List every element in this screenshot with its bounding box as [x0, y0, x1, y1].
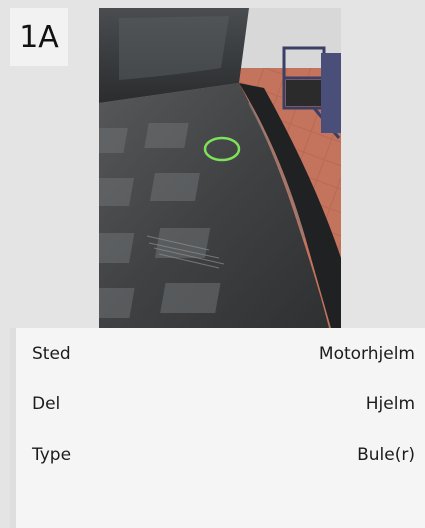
- detail-label: Del: [32, 394, 61, 414]
- damage-details: Sted Motorhjelm Del Hjelm Type Bule(r): [10, 328, 425, 528]
- car-hood-dent-photo-icon: [99, 8, 341, 328]
- photo-area: 1A: [10, 8, 425, 328]
- damage-id-badge: 1A: [10, 8, 68, 66]
- detail-row-part: Del Hjelm: [32, 392, 415, 416]
- detail-value: Motorhjelm: [318, 344, 415, 364]
- detail-row-location: Sted Motorhjelm: [32, 342, 415, 366]
- detail-value: Bule(r): [357, 445, 415, 465]
- detail-row-type: Type Bule(r): [32, 443, 415, 467]
- damage-card: 1A Sted Motorhjelm Del Hjelm Type Bule(r…: [10, 8, 425, 528]
- detail-label: Sted: [32, 344, 71, 364]
- detail-label: Type: [32, 445, 72, 465]
- damage-photo[interactable]: [99, 8, 341, 328]
- detail-value: Hjelm: [365, 394, 415, 414]
